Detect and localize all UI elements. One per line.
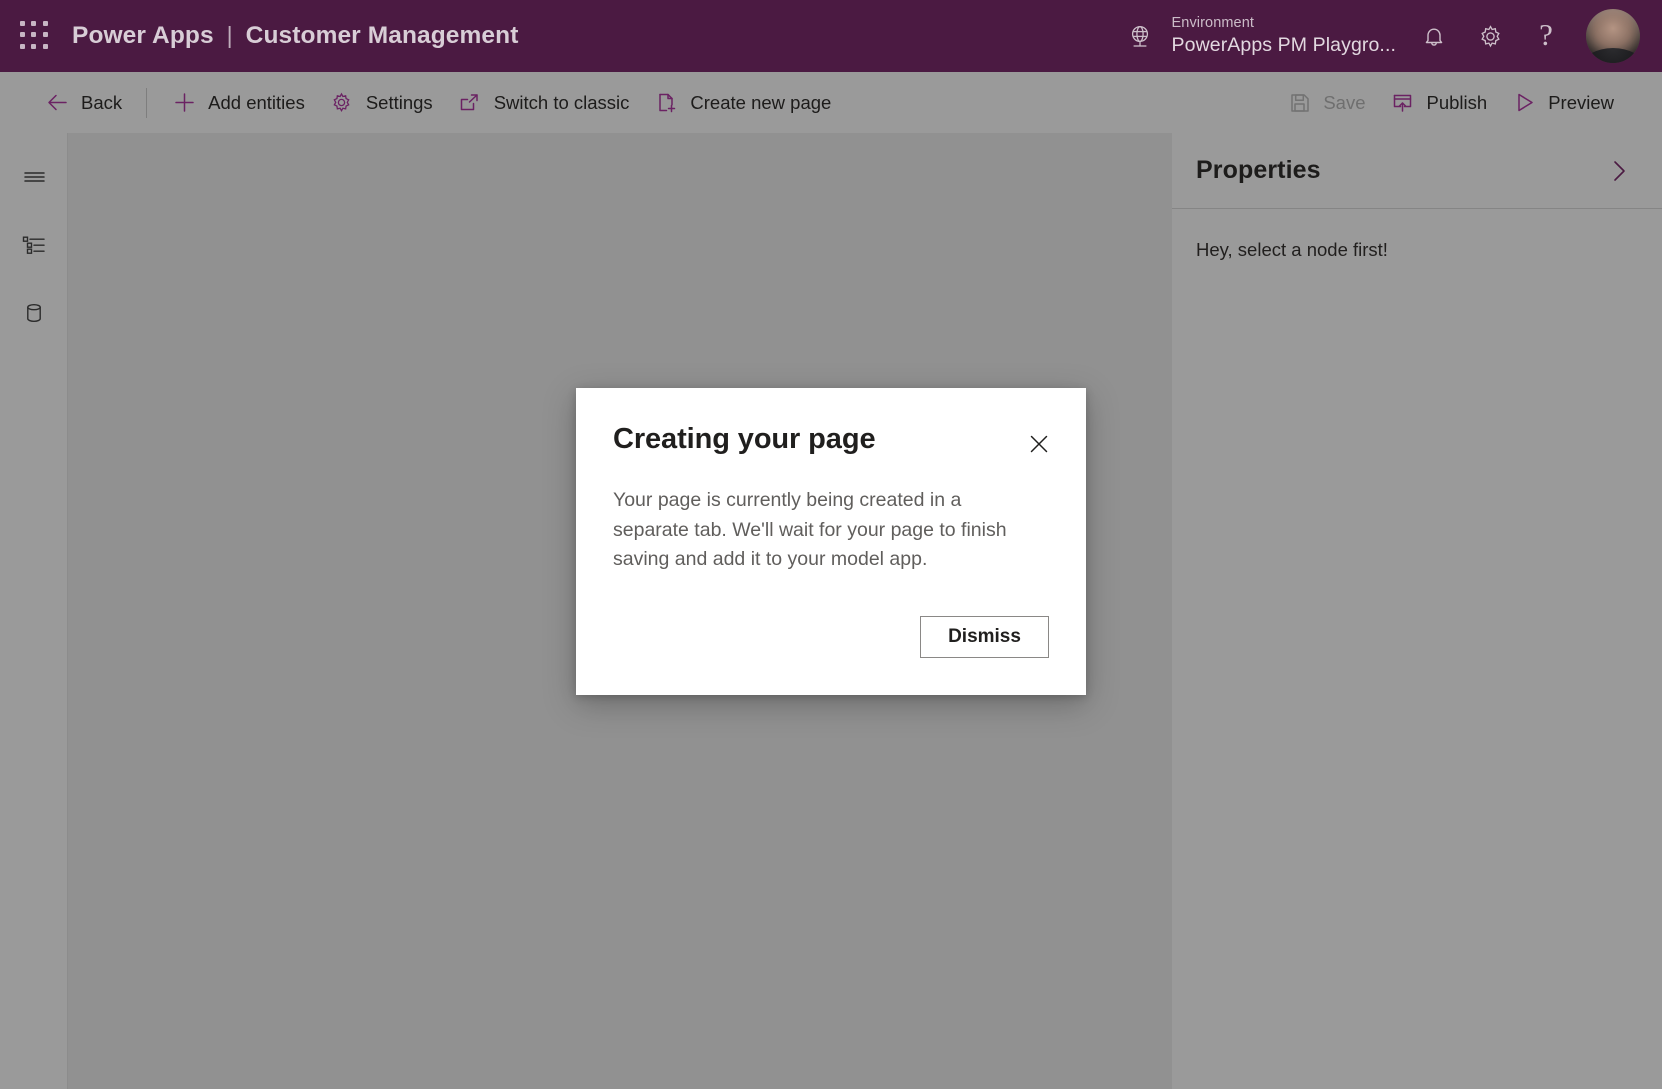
top-header-bar: Power Apps | Customer Management Environ…: [0, 0, 1662, 72]
add-entities-button[interactable]: Add entities: [159, 81, 317, 125]
power-apps-app-designer: Power Apps | Customer Management Environ…: [0, 0, 1662, 1089]
new-page-icon: [653, 90, 679, 116]
help-button[interactable]: ?: [1518, 0, 1574, 72]
add-entities-label: Add entities: [208, 91, 305, 113]
properties-panel-header: Properties: [1172, 133, 1662, 209]
create-new-page-button[interactable]: Create new page: [641, 81, 843, 125]
settings-button[interactable]: [1462, 0, 1518, 72]
plus-icon: [171, 90, 197, 116]
grid-dot: [20, 43, 25, 49]
properties-panel-body: Hey, select a node first!: [1172, 209, 1662, 261]
database-cylinder-icon: [19, 298, 49, 328]
external-link-icon: [457, 90, 483, 116]
publish-button[interactable]: Publish: [1378, 81, 1500, 125]
globe-icon: [1125, 21, 1155, 51]
grid-dot: [31, 43, 37, 49]
rail-item-menu[interactable]: [10, 153, 58, 201]
preview-label: Preview: [1548, 91, 1614, 113]
avatar[interactable]: [1586, 9, 1640, 63]
create-new-page-label: Create new page: [690, 91, 832, 113]
environment-label: Environment: [1171, 14, 1255, 31]
preview-button[interactable]: Preview: [1499, 81, 1626, 125]
command-toolbar: Back Add entities Settings Switch to cla…: [0, 72, 1662, 133]
page-title: Properties: [1196, 156, 1321, 184]
floppy-disk-icon: [1286, 90, 1312, 116]
grid-dot: [20, 32, 25, 38]
gear-icon: [329, 90, 355, 116]
toolbar-divider: [146, 87, 148, 118]
close-button[interactable]: [1021, 426, 1057, 462]
dialog-body-text: Your page is currently being created in …: [613, 489, 1007, 571]
settings-toolbar-label: Settings: [365, 91, 433, 113]
properties-collapse-button[interactable]: [1602, 154, 1636, 188]
switch-to-classic-label: Switch to classic: [493, 91, 630, 113]
app-name: Customer Management: [245, 22, 519, 49]
left-rail: [0, 133, 68, 1089]
publish-label: Publish: [1426, 91, 1488, 113]
save-label: Save: [1323, 91, 1366, 113]
close-x-icon: [1028, 433, 1050, 455]
properties-empty-message: Hey, select a node first!: [1196, 239, 1388, 260]
hamburger-menu-icon: [19, 162, 49, 192]
rail-item-navigation-tree[interactable]: [10, 221, 58, 269]
environment-value: PowerApps PM Playgro...: [1171, 34, 1396, 57]
rail-item-data[interactable]: [10, 289, 58, 337]
notifications-button[interactable]: [1406, 0, 1462, 72]
grid-dot: [31, 32, 37, 38]
header-right-cluster: Environment PowerApps PM Playgro... ?: [1115, 0, 1662, 72]
app-launcher-grid-icon[interactable]: [20, 21, 50, 51]
back-label: Back: [81, 91, 123, 113]
dialog-title-row: Creating your page: [613, 423, 1049, 462]
chevron-right-icon: [1605, 157, 1633, 185]
back-button[interactable]: Back: [32, 81, 134, 125]
question-mark-icon: ?: [1539, 16, 1553, 52]
grid-dot: [42, 21, 48, 26]
grid-dot: [20, 21, 25, 26]
gear-icon: [1476, 22, 1505, 51]
dialog-actions: Dismiss: [920, 616, 1049, 658]
dialog-title: Creating your page: [613, 423, 876, 455]
save-button[interactable]: Save: [1274, 81, 1377, 125]
brand-area[interactable]: Power Apps | Customer Management: [72, 22, 518, 50]
publish-upload-icon: [1390, 90, 1416, 116]
properties-panel: Properties Hey, select a node first!: [1172, 133, 1662, 1089]
grid-dot: [31, 21, 37, 26]
grid-dot: [42, 43, 48, 49]
arrow-left-icon: [44, 90, 70, 116]
brand-separator: |: [226, 22, 233, 48]
bell-icon: [1420, 22, 1448, 50]
switch-to-classic-button[interactable]: Switch to classic: [445, 81, 642, 125]
environment-picker[interactable]: Environment PowerApps PM Playgro...: [1115, 0, 1406, 72]
environment-text: Environment PowerApps PM Playgro...: [1172, 15, 1396, 57]
grid-dot: [42, 32, 48, 38]
tree-list-icon: [19, 230, 49, 260]
settings-toolbar-button[interactable]: Settings: [317, 81, 445, 125]
dismiss-button[interactable]: Dismiss: [920, 616, 1049, 658]
toolbar-right-group: Save Publish Preview: [1274, 81, 1626, 125]
product-name: Power Apps: [72, 22, 214, 49]
play-triangle-icon: [1511, 90, 1537, 116]
creating-page-dialog: Creating your page Your page is currentl…: [576, 388, 1086, 695]
